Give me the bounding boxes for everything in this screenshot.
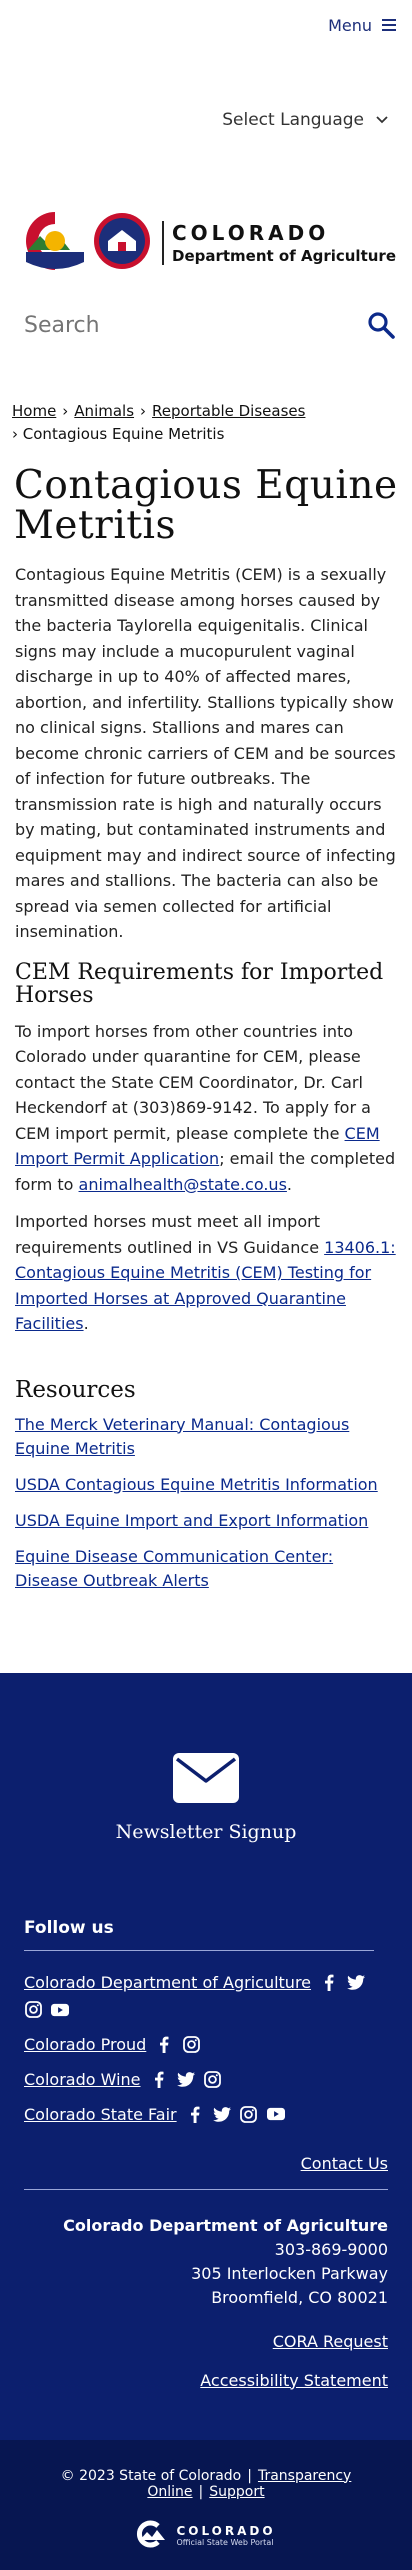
guidance-paragraph: Imported horses must meet all import req… <box>15 1209 397 1337</box>
youtube-icon[interactable] <box>266 2105 285 2123</box>
cora-request-link[interactable]: CORA Request <box>24 2332 388 2351</box>
search-bar <box>0 295 412 355</box>
address-block: Colorado Department of Agriculture 303-8… <box>0 2214 412 2310</box>
colorado-c-logo-icon <box>24 209 86 276</box>
list-item: USDA Equine Import and Export Informatio… <box>15 1509 397 1533</box>
breadcrumb-separator: › <box>140 402 147 420</box>
follow-item-colorado-proud: Colorado Proud <box>24 2035 388 2054</box>
merck-manual-link[interactable]: The Merck Veterinary Manual: Contagious … <box>15 1415 349 1458</box>
site-logo[interactable]: COLORADO Department of Agriculture <box>0 190 412 295</box>
resources-list: The Merck Veterinary Manual: Contagious … <box>15 1413 397 1593</box>
cda-link[interactable]: Colorado Department of Agriculture <box>24 1973 311 1992</box>
contact-row: Contact Us <box>0 2154 412 2173</box>
address-city: Broomfield, CO 80021 <box>211 2287 388 2307</box>
facebook-icon[interactable] <box>320 1973 338 1991</box>
contact-us-link[interactable]: Contact Us <box>301 2154 388 2173</box>
instagram-icon[interactable] <box>182 2035 200 2053</box>
edcc-alerts-link[interactable]: Equine Disease Communication Center: Dis… <box>15 1547 333 1590</box>
instagram-icon[interactable] <box>24 2001 42 2019</box>
chevron-down-icon <box>376 112 388 128</box>
newsletter-label: Newsletter Signup <box>115 1820 297 1843</box>
follow-item-colorado-wine: Colorado Wine <box>24 2070 388 2089</box>
portal-title: COLORADO <box>176 2524 276 2538</box>
portal-c-logo-icon <box>136 2520 168 2552</box>
breadcrumb-separator: › <box>62 402 69 420</box>
instagram-icon[interactable] <box>204 2070 222 2088</box>
copyright-line: © 2023 State of Colorado | Transparency On… <box>12 2468 400 2500</box>
footer-links: CORA Request Accessibility Statement <box>0 2332 412 2390</box>
footer-divider <box>24 2188 388 2190</box>
twitter-icon[interactable] <box>347 1973 366 1991</box>
menu-button[interactable]: Menu <box>328 16 396 35</box>
state-fair-link[interactable]: Colorado State Fair <box>24 2105 177 2124</box>
state-portal-logo[interactable]: COLORADO Official State Web Portal <box>12 2520 400 2552</box>
cda-badge-icon <box>92 211 152 275</box>
main-content: Contagious Equine Metritis Contagious Eq… <box>0 466 412 1593</box>
follow-item-cda: Colorado Department of Agriculture <box>24 1973 388 2019</box>
follow-section: Follow us Colorado Department of Agricul… <box>0 1918 412 2124</box>
facebook-icon[interactable] <box>150 2070 168 2088</box>
newsletter-signup[interactable]: Newsletter Signup <box>0 1673 412 1843</box>
import-text-3: . <box>286 1174 292 1194</box>
copy-separator: | <box>247 2467 252 2484</box>
address-street: 305 Interlocken Parkway <box>191 2263 388 2283</box>
instagram-icon[interactable] <box>240 2105 258 2123</box>
logo-subtitle: Department of Agriculture <box>172 246 396 265</box>
site-header: Menu Select Language COLORADO Department… <box>0 0 412 355</box>
logo-title: COLORADO <box>172 220 330 245</box>
facebook-icon[interactable] <box>155 2035 173 2053</box>
site-footer: Newsletter Signup Follow us Colorado Dep… <box>0 1672 412 2570</box>
list-item: The Merck Veterinary Manual: Contagious … <box>15 1413 397 1461</box>
portal-subtitle: Official State Web Portal <box>176 2538 274 2547</box>
breadcrumb-animals[interactable]: Animals <box>74 402 134 420</box>
list-item: Equine Disease Communication Center: Dis… <box>15 1545 397 1593</box>
twitter-icon[interactable] <box>212 2105 231 2123</box>
language-row: Select Language <box>0 50 412 190</box>
bottom-bar: © 2023 State of Colorado | Transparency On… <box>0 2439 412 2570</box>
portal-text: COLORADO Official State Web Portal <box>176 2524 275 2547</box>
logo-text: COLORADO Department of Agriculture <box>162 220 396 265</box>
resources-title: Resources <box>15 1376 136 1403</box>
intro-paragraph: Contagious Equine Metritis (CEM) is a se… <box>15 565 396 941</box>
usda-import-export-link[interactable]: USDA Equine Import and Export Informatio… <box>15 1511 368 1530</box>
language-select[interactable]: Select Language <box>222 110 388 130</box>
support-link[interactable]: Support <box>209 2484 264 2500</box>
page-title: Contagious Equine Metritis <box>14 463 398 548</box>
follow-title: Follow us <box>24 1918 374 1951</box>
hamburger-icon <box>382 19 396 31</box>
address-phone: 303-869-9000 <box>274 2239 388 2259</box>
colorado-proud-link[interactable]: Colorado Proud <box>24 2035 146 2054</box>
section-title: CEM Requirements for Imported Horses <box>15 959 384 1008</box>
envelope-icon <box>173 1752 239 1807</box>
import-text-1: To import horses from other countries in… <box>15 1021 371 1143</box>
search-input[interactable] <box>24 312 364 338</box>
follow-links: Colorado Department of Agriculture Color… <box>24 1973 388 2124</box>
youtube-icon[interactable] <box>51 2001 69 2019</box>
language-select-label: Select Language <box>222 110 364 130</box>
breadcrumb-current: Contagious Equine Metritis <box>22 425 225 443</box>
twitter-icon[interactable] <box>176 2070 195 2088</box>
breadcrumb-reportable-diseases[interactable]: Reportable Diseases <box>152 402 305 420</box>
breadcrumb-home[interactable]: Home <box>12 402 56 420</box>
guidance-text-1: Imported horses must meet all import req… <box>15 1212 325 1257</box>
top-bar: Menu <box>0 0 412 50</box>
animal-health-email-link[interactable]: animalhealth@state.co.us <box>79 1175 287 1194</box>
breadcrumb-separator: › <box>12 425 18 443</box>
guidance-text-2: . <box>83 1314 89 1333</box>
accessibility-statement-link[interactable]: Accessibility Statement <box>24 2371 388 2390</box>
menu-label: Menu <box>328 15 372 35</box>
follow-item-state-fair: Colorado State Fair <box>24 2105 388 2124</box>
colorado-wine-link[interactable]: Colorado Wine <box>24 2070 141 2089</box>
copyright-text: © 2023 State of Colorado <box>60 2467 242 2484</box>
import-paragraph: To import horses from other countries in… <box>15 1019 397 1198</box>
list-item: USDA Contagious Equine Metritis Informat… <box>15 1473 397 1497</box>
facebook-icon[interactable] <box>186 2105 204 2123</box>
breadcrumb: Home › Animals › Reportable Diseases › Conta… <box>0 400 412 446</box>
copy-separator: | <box>198 2483 204 2500</box>
search-icon[interactable] <box>364 308 398 342</box>
address-org: Colorado Department of Agriculture <box>63 2215 388 2235</box>
usda-cem-link[interactable]: USDA Contagious Equine Metritis Informat… <box>15 1475 378 1494</box>
